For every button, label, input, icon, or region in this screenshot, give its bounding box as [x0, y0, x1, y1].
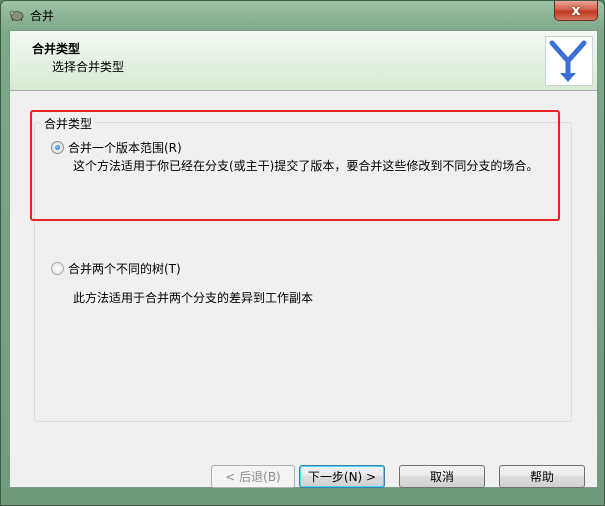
dialog-client-area: 合并类型 选择合并类型 合并类型 合并一个版本范围(R) 这个方法适用于你已经在… [9, 30, 598, 488]
next-button[interactable]: 下一步(N) > [299, 465, 385, 488]
page-title: 合并类型 [32, 42, 81, 56]
tortoise-app-icon [9, 10, 24, 22]
close-button[interactable]: x [554, 1, 598, 21]
window-title: 合并 [30, 9, 55, 23]
wizard-header: 合并类型 选择合并类型 [10, 31, 597, 91]
option-merge-two-trees[interactable]: 合并两个不同的树(T) [51, 260, 181, 277]
help-button[interactable]: 帮助 [499, 465, 585, 488]
annotation-highlight-box [30, 110, 560, 221]
radio-unchecked-icon[interactable] [51, 262, 64, 275]
option-description: 此方法适用于合并两个分支的差异到工作副本 [73, 291, 314, 305]
cancel-button[interactable]: 取消 [399, 465, 485, 488]
merge-logo-icon [545, 36, 593, 86]
option-label[interactable]: 合并两个不同的树(T) [68, 260, 181, 277]
close-icon: x [571, 2, 581, 19]
title-bar[interactable]: 合并 x [1, 1, 604, 29]
merge-dialog-window: 合并 x 合并类型 选择合并类型 合并类型 合并一个版本范围(R) 这个方法适用… [0, 0, 605, 506]
page-subtitle: 选择合并类型 [52, 60, 125, 74]
back-button[interactable]: < 后退(B) [211, 465, 295, 488]
